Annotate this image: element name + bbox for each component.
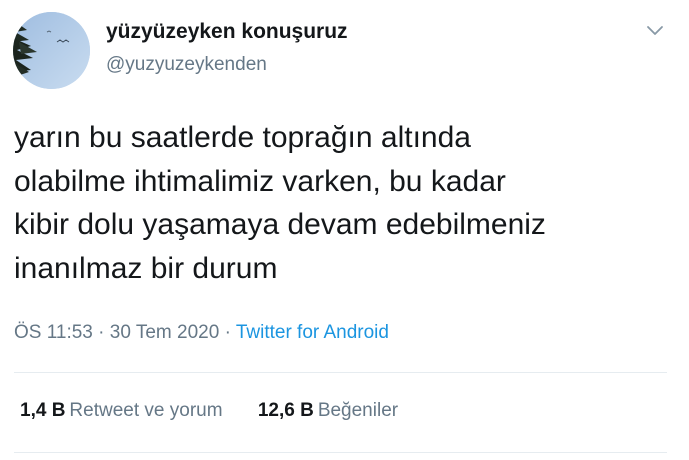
tweet-card: yüzyüzeyken konuşuruz @yuzyuzeykenden ya… [0, 0, 689, 460]
tweet-text: yarın bu saatlerde toprağın altında olab… [14, 121, 546, 285]
palm-leaf-icon [13, 12, 90, 89]
tweet-source-link[interactable]: Twitter for Android [236, 322, 389, 343]
chevron-down-icon[interactable] [643, 18, 667, 42]
avatar[interactable] [13, 12, 90, 89]
retweets-stat[interactable]: 1,4 B Retweet ve yorum [20, 400, 223, 422]
tweet-date[interactable]: 30 Tem 2020 [110, 322, 220, 343]
likes-stat[interactable]: 12,6 B Beğeniler [258, 400, 398, 422]
user-handle[interactable]: @yuzyuzeykenden [106, 54, 267, 76]
tweet-stats: 1,4 B Retweet ve yorum 12,6 B Beğeniler [20, 400, 398, 422]
divider [14, 372, 667, 373]
tweet-meta: ÖS 11:53 · 30 Tem 2020 · Twitter for And… [14, 322, 389, 344]
likes-label: Beğeniler [317, 400, 399, 421]
separator-dot: · [224, 322, 231, 343]
separator-dot: · [98, 322, 105, 343]
divider [14, 452, 667, 453]
tweet-time[interactable]: ÖS 11:53 [14, 322, 93, 343]
display-name[interactable]: yüzyüzeyken konuşuruz [106, 20, 348, 44]
retweets-count: 1,4 B [20, 400, 66, 421]
likes-count: 12,6 B [257, 400, 314, 421]
retweets-label: Retweet ve yorum [69, 400, 223, 421]
